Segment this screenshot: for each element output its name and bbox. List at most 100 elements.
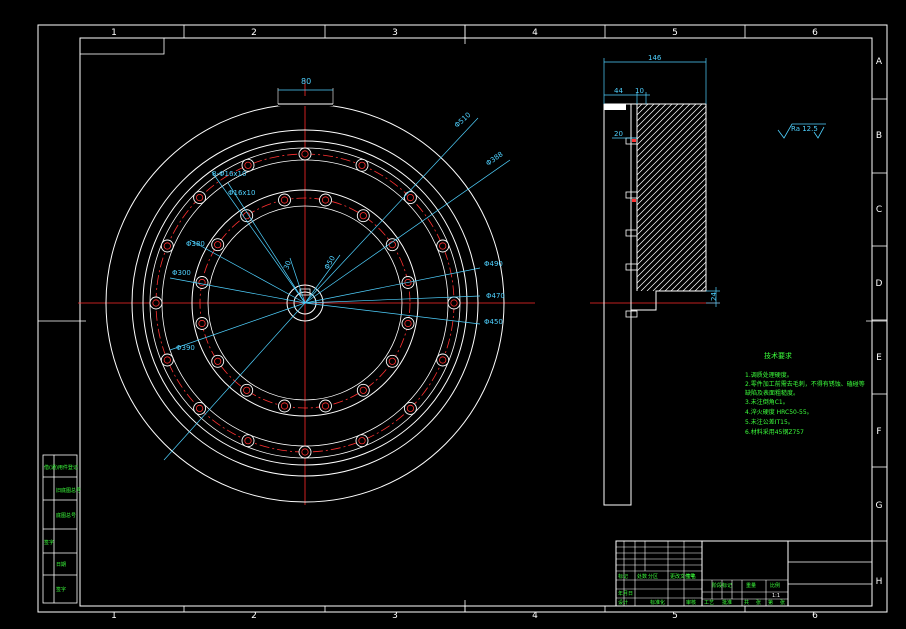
outer-hole-10 [241, 434, 255, 448]
outer-hole-5 [447, 296, 461, 310]
inner-hole-6 [385, 354, 399, 368]
inner-hole-10 [240, 383, 254, 397]
tb-count: 处数 [637, 573, 647, 580]
grid-row-D: D [876, 279, 883, 289]
dia-490: Φ490 [484, 260, 503, 268]
tb-sign: 签名 [686, 573, 696, 580]
section-hatch [637, 104, 706, 291]
note-line-5: 4.淬火硬度 HRC50-55。 [745, 408, 813, 416]
tb-sheets: 张 [756, 599, 761, 606]
grid-col-bottom-1: 1 [111, 611, 117, 621]
grid-col-top-5: 5 [672, 28, 678, 38]
grid-col-bottom-6: 6 [812, 611, 818, 621]
tb-design: 设计 [618, 599, 628, 606]
tb-total: 共 [744, 599, 749, 606]
outer-hole-6 [436, 353, 450, 367]
front-view: 80 Φ510 Φ388 Φ380 Φ300 Φ390 Φ490 Φ470 Φ4… [78, 77, 535, 505]
inner-hole-11 [211, 354, 225, 368]
grid-row-G: G [876, 501, 883, 511]
grid-row-B: B [876, 131, 882, 141]
left-label-6: 签字 [56, 586, 66, 593]
grid-col-bottom-2: 2 [251, 611, 257, 621]
tb-standard: 标准化 [650, 599, 665, 606]
surface-finish: Ra 12.5 [777, 123, 826, 139]
tb-scale: 比例 [770, 582, 780, 589]
dia-450: Φ450 [484, 318, 503, 326]
side-outline [603, 103, 707, 506]
grid-col-bottom-3: 3 [392, 611, 398, 621]
tb-process: 工艺 [704, 600, 714, 606]
outer-hole-4 [436, 239, 450, 253]
left-panel: 借(通)用件登记 旧底图总号 底图总号 签字 日期 签字 [42, 454, 81, 604]
tb-mark: 标记 [618, 573, 628, 580]
grid-col-top-1: 1 [111, 28, 117, 38]
outer-hole-14 [160, 239, 174, 253]
inner-hole-8 [319, 399, 332, 413]
grid-col-bottom-5: 5 [672, 611, 678, 621]
notes-title: 技术要求 [764, 351, 792, 360]
side-top-lip [604, 104, 626, 110]
cad-drawing: 112233445566ABCDEFGH 80 Φ510 Φ388 Φ380 Φ… [37, 24, 888, 621]
left-label-4: 签字 [44, 539, 54, 546]
inner-hole-2 [356, 209, 370, 223]
tb-scale-value: 1:1 [772, 593, 780, 599]
outer-hole-13 [149, 296, 163, 310]
roughness-value: Ra 12.5 [791, 125, 818, 133]
outer-hole-3 [403, 191, 417, 205]
inner-hole-1 [319, 193, 332, 207]
tb-sheet: 张 [780, 599, 785, 606]
tb-approve: 批准 [722, 599, 732, 606]
side-view: 146 44 10 20 24 [590, 54, 720, 506]
outer-hole-2 [355, 158, 369, 172]
dia-390: Φ390 [176, 344, 195, 352]
grid-col-bottom-4: 4 [532, 611, 538, 621]
corner-box [79, 37, 165, 55]
left-label-2: 旧底图总号 [56, 487, 81, 494]
note-line-1: 1.调质处理硬度。 [745, 371, 793, 379]
tb-zone: 分区 [648, 573, 658, 580]
note-line-4: 3.未注倒角C1。 [745, 398, 789, 406]
outer-frame [37, 24, 888, 613]
dia-300: Φ300 [172, 269, 191, 277]
outer-hole-11 [193, 401, 207, 415]
outer-hole-15 [193, 191, 207, 205]
note-line-7: 6.材料采用45钢Z757 [745, 428, 804, 436]
bore-label: Φ50 [323, 255, 337, 271]
note-line-6: 5.未注公差IT15。 [745, 418, 794, 426]
tb-review: 审核 [686, 599, 696, 606]
top-dimension: 80 [301, 77, 311, 86]
left-label-3: 底图总号 [56, 512, 76, 519]
outer-hole-1 [298, 147, 312, 161]
inner-hole-7 [356, 383, 370, 397]
small-holes-label: 8-Φ16x10 [212, 170, 246, 178]
grid-col-top-6: 6 [812, 28, 818, 38]
side-dim-step: 24 [710, 292, 718, 301]
tb-stage: 阶段标记 [712, 582, 732, 589]
dia-388: Φ388 [485, 150, 505, 167]
small-holes-label-2: Φ16x10 [228, 189, 255, 197]
outer-hole-7 [403, 401, 417, 415]
dia-380: Φ380 [186, 240, 205, 248]
inner-hole-12 [195, 317, 209, 330]
dia-470: Φ470 [486, 292, 505, 300]
left-label-1: 借(通)用件登记 [44, 464, 78, 471]
outer-hole-9 [298, 445, 312, 459]
grid-row-E: E [876, 353, 882, 363]
inner-hole-16 [278, 193, 291, 207]
tb-weight: 重量 [746, 582, 756, 589]
inner-hole-9 [278, 399, 291, 413]
tb-no: 第 [768, 599, 773, 606]
title-block: 标记 处数 分区 更改文件号 签名 年月日 设计 标准化 阶段标记 重量 比例 … [615, 540, 873, 607]
grid-row-F: F [876, 427, 881, 437]
side-dim-left: 44 [614, 87, 623, 95]
grid-col-top-4: 4 [532, 28, 538, 38]
outer-hole-8 [355, 434, 369, 448]
side-dim-right: 10 [635, 87, 644, 95]
inner-hole-5 [401, 317, 415, 330]
centering-marks [38, 25, 887, 612]
side-hole-marks [632, 139, 636, 202]
side-dim-slot: 20 [614, 130, 623, 138]
outer-hole-12 [160, 353, 174, 367]
grid-col-top-3: 3 [392, 28, 398, 38]
note-line-2: 2.零件加工前需去毛刺，不得有锈蚀、磕碰等 [745, 380, 865, 388]
